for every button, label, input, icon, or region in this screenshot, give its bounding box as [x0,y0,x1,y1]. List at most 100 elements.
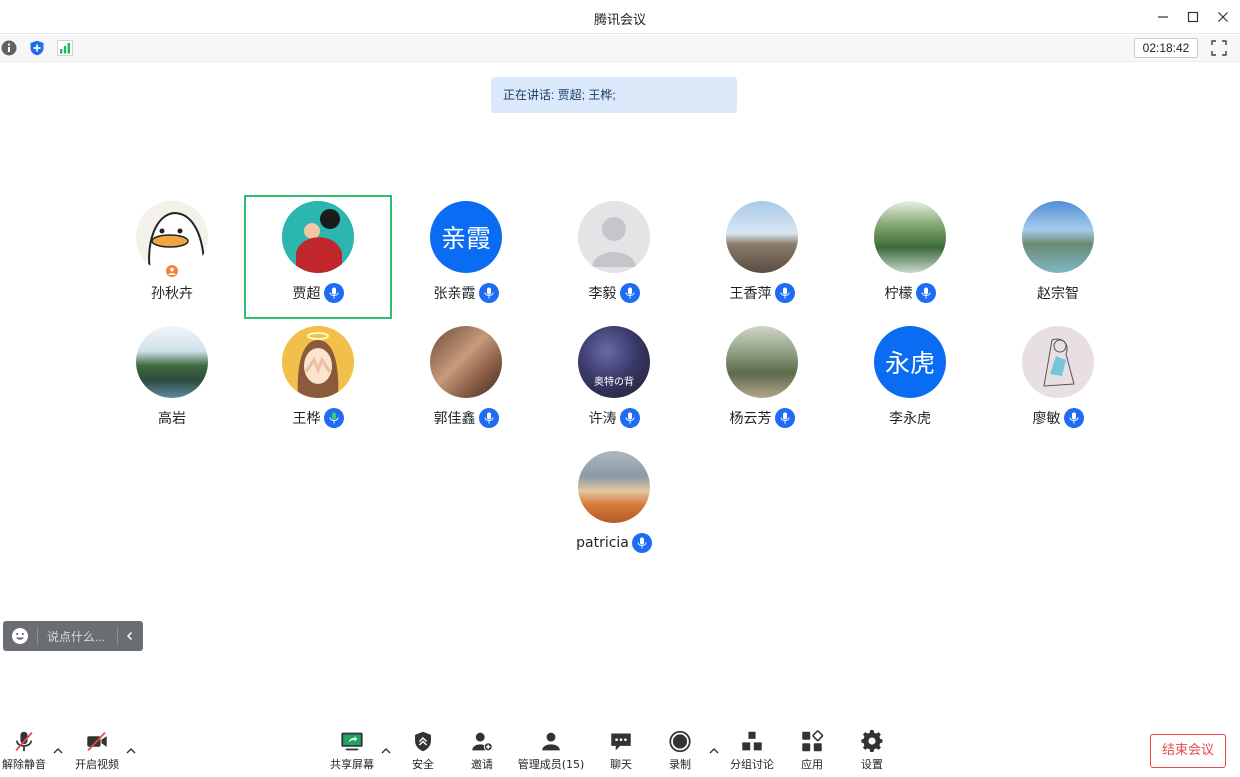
network-status-button[interactable] [56,39,74,57]
participant-tile[interactable]: 王桦 [244,320,392,444]
mic-badge [619,283,640,303]
unmute-button[interactable]: 解除静音 [0,730,48,772]
avatar-photo [726,201,798,273]
maximize-icon [1187,11,1199,23]
chevron-left-icon [126,631,133,641]
security-label: 安全 [412,758,434,771]
breakout-rooms-label: 分组讨论 [730,758,774,771]
user-icon [168,267,176,275]
breakout-rooms-button[interactable]: 分组讨论 [728,730,776,772]
minimize-button[interactable] [1152,6,1174,28]
avatar-photo [578,451,650,523]
microphone-icon [921,287,930,299]
invite-label: 邀请 [471,758,493,771]
participant-name: patricia [576,535,629,551]
participant-name: 郭佳鑫 [433,411,476,427]
window-title: 腾讯会议 [593,13,646,28]
microphone-icon [780,287,789,299]
microphone-icon [625,287,634,299]
fullscreen-button[interactable] [1210,39,1228,57]
participant-tile[interactable]: patricia [540,445,688,569]
participant-name: 许涛 [588,411,617,427]
avatar-initials: 永虎 [884,349,935,378]
settings-button[interactable]: 设置 [854,730,890,772]
start-video-button[interactable]: 开启视频 [72,730,122,772]
share-options-button[interactable] [380,742,392,754]
participant-tile[interactable]: 亲霞 张亲霞 [392,195,540,319]
gear-icon [861,730,883,752]
chat-label: 聊天 [610,758,632,771]
avatar [282,326,354,398]
apps-label: 应用 [801,758,823,771]
shield-icon [415,731,431,752]
participant-tile[interactable]: 孙秋卉 [98,195,246,319]
participant-tile[interactable]: 柠檬 [836,195,984,319]
participant-tile[interactable]: 赵宗智 [984,195,1132,319]
record-options-button[interactable] [708,742,720,754]
avatar-photo [136,326,208,398]
participant-name: 贾超 [292,286,321,302]
invite-button[interactable]: 邀请 [464,730,500,772]
avatar: 亲霞 [430,201,502,273]
participant-tile[interactable]: 王香萍 [688,195,836,319]
participant-tile-active-speaker[interactable]: 贾超 [244,195,392,319]
end-meeting-button[interactable]: 结束会议 [1150,734,1226,768]
default-user-avatar-icon [578,201,650,273]
avatar-photo [1022,201,1094,273]
chevron-up-icon [53,748,63,754]
participant-tile[interactable]: 永虎 李永虎 [836,320,984,444]
participant-name: 高岩 [158,411,186,427]
mic-active-badge [323,283,344,303]
avatar [282,201,354,273]
share-screen-label: 共享屏幕 [330,758,374,771]
avatar [578,201,650,273]
avatar-initials: 亲霞 [440,224,491,253]
fullscreen-icon [1211,40,1227,56]
collapse-chat-button[interactable] [121,627,139,645]
meeting-info-button[interactable] [0,39,18,57]
chat-bar: 说点什么... [3,621,143,651]
meeting-toolbar: 解除静音 开启视频 共享屏幕 安全 邀请 管理成员(15) 聊天 录制 分组讨论… [0,720,1240,777]
camera-off-icon [87,732,107,751]
mic-badge [774,408,795,428]
record-button[interactable]: 录制 [662,730,698,772]
manage-members-button[interactable]: 管理成员(15) [516,730,586,772]
title-bar: 腾讯会议 [0,0,1240,34]
share-screen-button[interactable]: 共享屏幕 [326,730,378,772]
person-hug-avatar-image [282,201,354,273]
cartoon-girl-avatar-image [282,326,354,398]
avatar-photo [874,201,946,273]
chevron-up-icon [381,748,391,754]
participant-tile[interactable]: 郭佳鑫 [392,320,540,444]
apps-button[interactable]: 应用 [794,730,830,772]
signal-icon [57,40,73,56]
security-button[interactable]: 安全 [405,730,441,772]
mic-active-badge [323,408,344,428]
mic-badge [774,283,795,303]
close-button[interactable] [1212,6,1234,28]
settings-label: 设置 [861,758,883,771]
security-status-button[interactable] [28,39,46,57]
chat-input[interactable]: 说点什么... [47,628,105,645]
participant-name: 李永虎 [889,411,931,427]
participant-tile[interactable]: 李毅 [540,195,688,319]
participant-tile[interactable]: 奥特の背 许涛 [540,320,688,444]
emoji-button[interactable] [11,627,29,645]
close-icon [1218,12,1228,22]
video-options-button[interactable] [125,742,137,754]
chat-button[interactable]: 聊天 [603,730,639,772]
participant-tile[interactable]: 杨云芳 [688,320,836,444]
microphone-icon [484,287,493,299]
maximize-button[interactable] [1182,6,1204,28]
participant-tile[interactable]: 廖敏 [984,320,1132,444]
participant-tile[interactable]: 高岩 [98,320,246,444]
participant-name: 王香萍 [729,286,772,302]
avatar [1022,326,1094,398]
divider [117,627,118,645]
status-bar: 02:18:42 [0,35,1240,62]
mic-badge [478,408,499,428]
participant-name: 杨云芳 [729,411,772,427]
audio-options-button[interactable] [52,742,64,754]
participant-name: 廖敏 [1032,411,1061,427]
microphone-icon [625,412,634,424]
